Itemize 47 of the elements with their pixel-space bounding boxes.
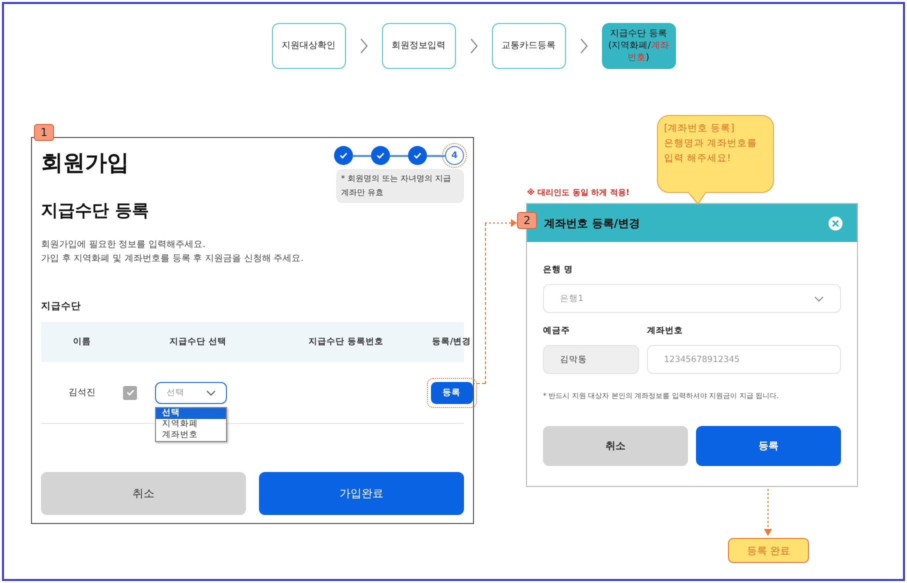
chevron-down-icon xyxy=(814,296,824,302)
submit-button[interactable]: 가입완료 xyxy=(259,472,464,515)
column-header: 등록/변경 xyxy=(430,336,472,348)
column-header: 지급수단 선택 xyxy=(168,336,228,348)
payment-select[interactable]: 선택 xyxy=(155,382,227,404)
check-icon xyxy=(413,151,422,160)
dropdown-option[interactable]: 선택 xyxy=(156,408,226,418)
flow-step: 지급수단 등록 (지역화폐/계좌번호) xyxy=(602,23,676,69)
stepper-note: * 회원명의 또는 자녀명의 지급계좌만 유효 xyxy=(336,169,464,203)
field-label: 예금주 xyxy=(543,325,571,337)
check-icon xyxy=(339,151,348,160)
section-label: 지급수단 xyxy=(41,300,82,313)
chevron-right-icon xyxy=(470,38,478,54)
dialog-title: 계좌번호 등록/변경 xyxy=(544,216,640,230)
field-label: 계좌번호 xyxy=(647,325,684,337)
proxy-note: ※ 대리인도 동일 하게 적용! xyxy=(527,187,630,198)
flow-step: 지원대상확인 xyxy=(272,23,346,69)
step-badge: 1 xyxy=(34,124,54,141)
step-badge: 2 xyxy=(517,212,537,229)
result-tag: 등록 완료 xyxy=(728,538,809,563)
page-title: 회원가입 xyxy=(41,150,129,178)
account-input[interactable]: 12345678912345 xyxy=(647,345,841,374)
chevron-right-icon xyxy=(360,38,368,54)
chevron-right-icon xyxy=(580,38,588,54)
section-title: 지급수단 등록 xyxy=(41,200,150,222)
flow-step: 회원정보입력 xyxy=(382,23,456,69)
flow-step: 교통카드등록 xyxy=(492,23,566,69)
step-indicator: 4 xyxy=(445,146,464,165)
description: 회원가입에 필요한 정보를 입력해주세요. 가입 후 지역화폐 및 계좌번호를 등록 후 지원금을 신청해 주세요. xyxy=(41,239,305,266)
register-button[interactable]: 등록 xyxy=(430,382,472,404)
connector-arrow xyxy=(485,218,517,228)
checkbox[interactable] xyxy=(123,386,137,400)
column-header: 이름 xyxy=(72,336,92,348)
chevron-down-icon xyxy=(206,390,216,396)
dropdown-option[interactable]: 지역화폐 xyxy=(156,418,226,430)
holder-field: 김막동 xyxy=(543,345,639,374)
register-button[interactable]: 등록 xyxy=(696,426,841,466)
dropdown-option[interactable]: 계좌번호 xyxy=(156,430,226,440)
column-header: 지급수단 등록번호 xyxy=(308,336,384,348)
close-icon[interactable] xyxy=(828,216,843,230)
cancel-button[interactable]: 취소 xyxy=(543,426,688,466)
name-cell-text: 김석진 xyxy=(68,387,96,399)
field-label: 은행 명 xyxy=(543,264,574,276)
check-icon xyxy=(376,151,385,160)
cancel-button[interactable]: 취소 xyxy=(41,472,246,515)
check-icon xyxy=(126,388,134,397)
callout-text: [계좌번호 등록] 은행명과 계좌번호를 입력 해주세요! xyxy=(664,122,758,166)
